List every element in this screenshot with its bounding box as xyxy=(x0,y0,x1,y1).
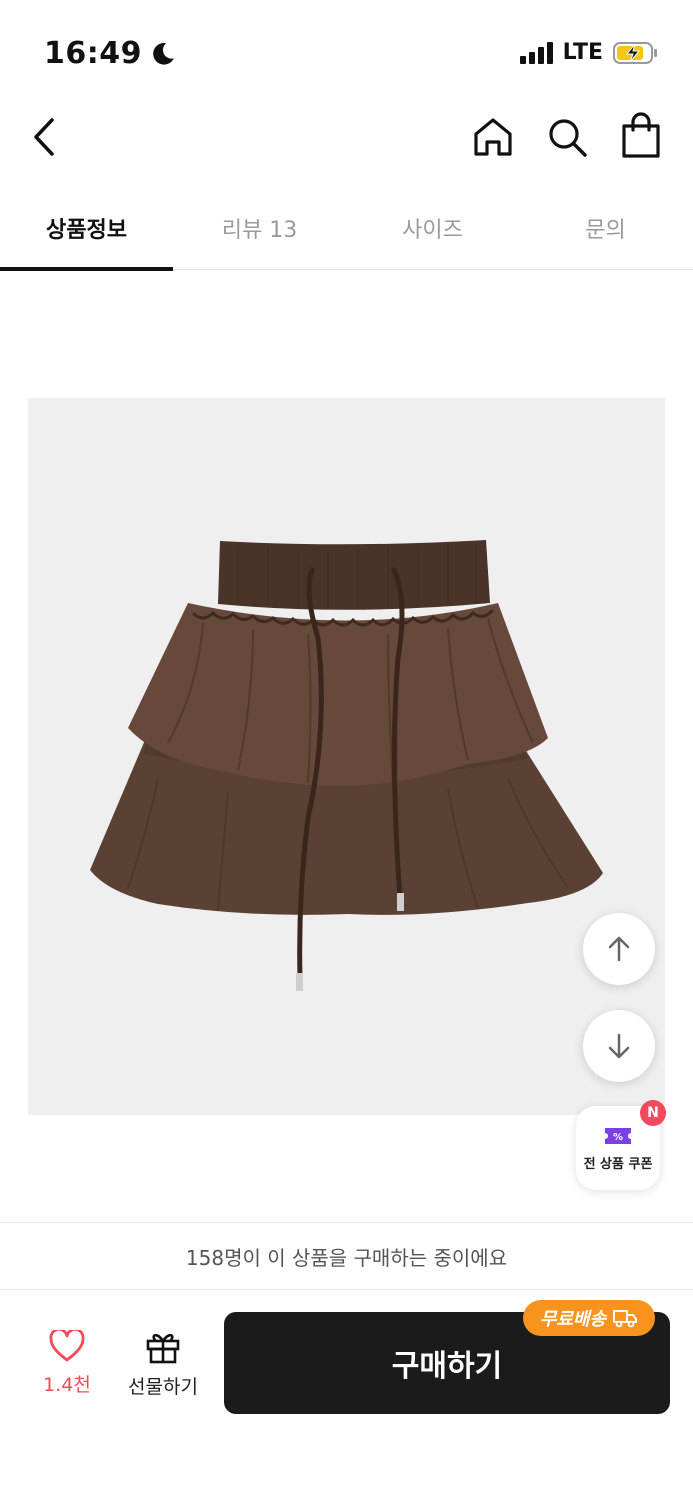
purchase-notice: 158명이 이 상품을 구매하는 중이에요 xyxy=(0,1222,693,1290)
brown-tiered-mini-skirt-image xyxy=(90,540,603,991)
product-image[interactable] xyxy=(28,398,665,1115)
home-icon[interactable] xyxy=(470,114,516,160)
free-shipping-badge: 무료배송 xyxy=(523,1300,655,1336)
svg-text:%: % xyxy=(613,1132,623,1143)
network-type: LTE xyxy=(562,40,603,65)
heart-icon xyxy=(49,1330,85,1362)
status-time: 16:49 xyxy=(44,36,176,71)
moon-icon xyxy=(153,42,174,65)
tab-reviews[interactable]: 리뷰 13 xyxy=(173,196,346,270)
product-tabs: 상품정보 리뷰 13 사이즈 문의 xyxy=(0,196,693,271)
like-button[interactable]: 1.4천 xyxy=(36,1330,98,1397)
arrow-up-icon xyxy=(608,936,630,962)
gift-button[interactable]: 선물하기 xyxy=(120,1330,206,1399)
buy-button-label: 구매하기 xyxy=(391,1349,503,1384)
status-bar: 16:49 LTE xyxy=(0,0,693,100)
tab-inquiry[interactable]: 문의 xyxy=(519,196,692,270)
gift-label: 선물하기 xyxy=(128,1376,198,1398)
like-count: 1.4천 xyxy=(43,1374,91,1396)
signal-icon xyxy=(519,41,553,64)
all-products-coupon-button[interactable]: % 전 상품 쿠폰 N xyxy=(576,1100,666,1190)
free-shipping-label: 무료배송 xyxy=(539,1309,607,1330)
gift-icon xyxy=(146,1333,180,1364)
battery-charging-icon xyxy=(613,41,657,64)
status-indicators: LTE xyxy=(519,40,659,65)
scroll-down-button[interactable] xyxy=(583,1010,655,1082)
search-icon[interactable] xyxy=(544,114,590,160)
scroll-up-button[interactable] xyxy=(583,913,655,985)
tab-size[interactable]: 사이즈 xyxy=(346,196,519,270)
new-badge: N xyxy=(640,1100,666,1126)
top-navigation xyxy=(0,100,693,180)
arrow-down-icon xyxy=(608,1033,630,1059)
coupon-label: 전 상품 쿠폰 xyxy=(583,1156,653,1172)
coupon-icon: % xyxy=(605,1127,631,1144)
truck-icon xyxy=(613,1310,638,1328)
bottom-action-bar: 1.4천 선물하기 구매하기 무료배송 xyxy=(0,1290,693,1500)
tab-product-info[interactable]: 상품정보 xyxy=(0,196,173,271)
back-icon[interactable] xyxy=(26,114,66,160)
purchase-notice-text: 158명이 이 상품을 구매하는 중이에요 xyxy=(185,1245,508,1270)
time-text: 16:49 xyxy=(44,36,142,71)
shopping-bag-icon[interactable] xyxy=(618,112,664,160)
